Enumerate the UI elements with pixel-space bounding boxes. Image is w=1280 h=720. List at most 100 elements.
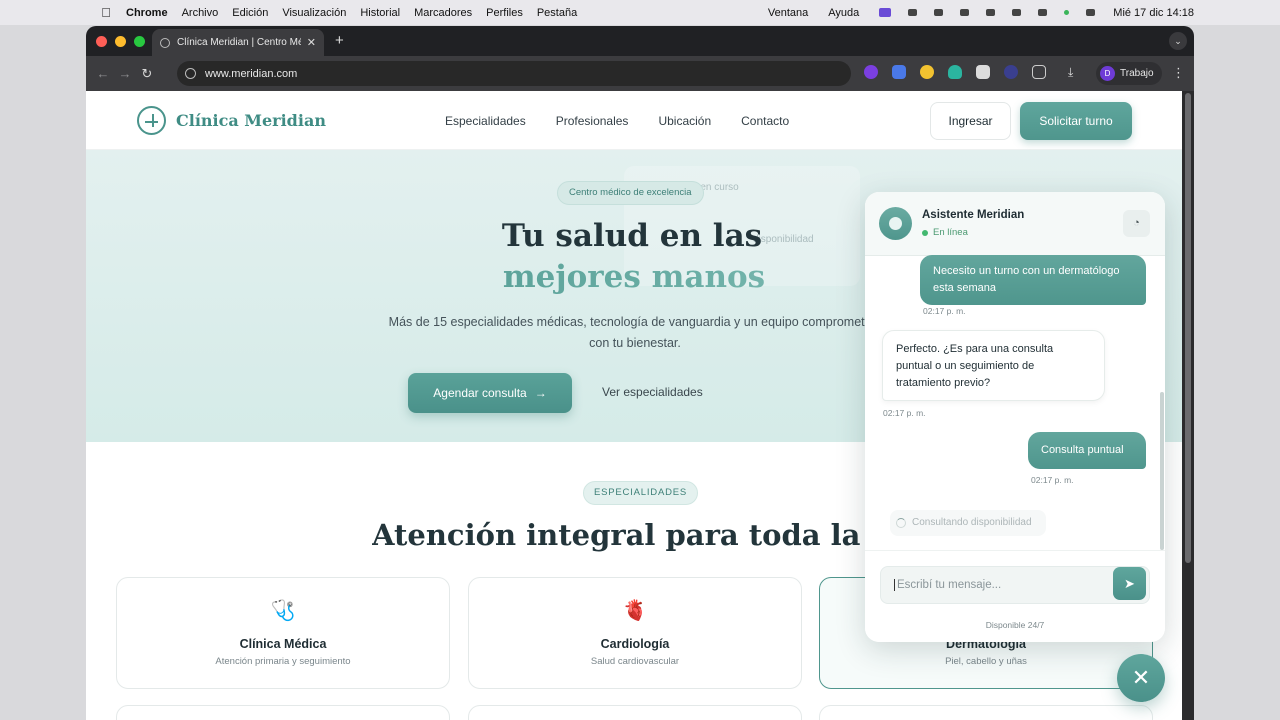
typing-indicator: Consultando disponibilidad xyxy=(890,510,1046,536)
arrow-right-icon: → xyxy=(534,386,547,400)
cloud-icon[interactable] xyxy=(934,9,944,16)
browser-menu-icon[interactable]: ⋮ xyxy=(1172,65,1185,81)
specialties-badge: ESPECIALIDADES xyxy=(583,481,699,505)
translate-extension-icon[interactable] xyxy=(892,65,906,79)
display-icon[interactable] xyxy=(986,9,996,16)
tab-close-icon[interactable]: ✕ xyxy=(307,36,316,49)
window-controls xyxy=(96,35,145,47)
page-viewport: Clínica Meridian Especialidades Profesio… xyxy=(86,91,1182,720)
login-button[interactable]: Ingresar xyxy=(930,102,1011,140)
card-desc: Piel, cabello y uñas xyxy=(945,656,1027,667)
chat-message-input[interactable]: Escribí tu mensaje... xyxy=(880,566,1150,604)
reload-icon[interactable]: ↻ xyxy=(136,66,158,82)
nav-profesionales[interactable]: Profesionales xyxy=(556,114,629,128)
extensions-row xyxy=(864,65,1046,79)
control-center-icon[interactable] xyxy=(1086,9,1096,16)
chat-assistant-name: Asistente Meridian xyxy=(922,209,1025,221)
close-chat-button[interactable]: ✕ xyxy=(1117,654,1165,702)
nav-contacto[interactable]: Contacto xyxy=(741,114,789,128)
extension-teal-icon[interactable] xyxy=(948,65,962,79)
nav-especialidades[interactable]: Especialidades xyxy=(445,114,526,128)
minimize-window-button[interactable] xyxy=(115,35,126,47)
spotlight-icon[interactable] xyxy=(1038,9,1048,16)
tab-clinica-meridian[interactable]: Clínica Meridian | Centro Médico ✕ xyxy=(152,29,324,56)
menu-ayuda[interactable]: Ayuda xyxy=(828,7,859,19)
menu-app-chrome[interactable]: Chrome xyxy=(126,7,168,19)
extension-purple-icon[interactable] xyxy=(864,65,878,79)
menu-clock[interactable]: Mié 17 dic 14:18 xyxy=(1113,7,1194,19)
chat-scrollbar[interactable] xyxy=(1160,392,1164,550)
page-scrollbar-thumb[interactable] xyxy=(1185,93,1191,563)
page-scrollbar[interactable] xyxy=(1182,91,1194,720)
chat-options-icon[interactable]: ◔ xyxy=(1123,210,1150,237)
specialty-card-clinica[interactable]: 🩺 Clínica Médica Atención primaria y seg… xyxy=(116,577,450,689)
menu-visualizacion[interactable]: Visualización xyxy=(282,7,346,19)
menu-historial[interactable]: Historial xyxy=(360,7,400,19)
extension-yellow-icon[interactable] xyxy=(920,65,934,79)
tab-title: Clínica Meridian | Centro Médico xyxy=(177,37,301,48)
card-desc: Salud cardiovascular xyxy=(590,656,680,667)
browser-window: Clínica Meridian | Centro Médico ✕ + ⌄ ←… xyxy=(86,26,1194,720)
new-tab-plus-icon[interactable]: + xyxy=(335,32,344,49)
extension-dark-icon[interactable] xyxy=(1004,65,1018,79)
view-specialties-link[interactable]: Ver especialidades xyxy=(602,385,703,399)
chat-input-placeholder: Escribí tu mensaje... xyxy=(894,579,1001,591)
specialty-card-row2[interactable] xyxy=(468,705,802,720)
site-header: Clínica Meridian Especialidades Profesio… xyxy=(86,91,1182,150)
chat-availability: Disponible 24/7 xyxy=(985,620,1045,630)
chat-message-user: Necesito un turno con un dermatólogo est… xyxy=(920,255,1146,305)
chat-status-text: En línea xyxy=(933,227,968,238)
card-name: Clínica Médica xyxy=(239,637,327,651)
main-nav: Especialidades Profesionales Ubicación C… xyxy=(445,114,789,128)
chat-message-bot: Perfecto. ¿Es para una consulta puntual … xyxy=(882,330,1105,401)
chat-message-time: 02:17 p. m. xyxy=(923,306,966,316)
address-bar[interactable]: www.meridian.com xyxy=(177,61,851,86)
menu-ventana[interactable]: Ventana xyxy=(768,7,808,19)
menu-edicion[interactable]: Edición xyxy=(232,7,268,19)
stethoscope-icon: 🩺 xyxy=(270,600,296,622)
screen-record-icon[interactable] xyxy=(879,8,892,17)
nav-ubicacion[interactable]: Ubicación xyxy=(658,114,711,128)
send-icon[interactable]: ➤ xyxy=(1113,567,1146,600)
site-info-icon[interactable] xyxy=(185,68,196,79)
online-dot-icon xyxy=(922,229,928,236)
back-arrow-icon[interactable]: ← xyxy=(92,66,114,81)
maximize-window-button[interactable] xyxy=(134,35,145,47)
menu-archivo[interactable]: Archivo xyxy=(182,7,219,19)
typing-text: Consultando disponibilidad xyxy=(912,517,1032,528)
close-window-button[interactable] xyxy=(96,35,107,47)
extension-screen-icon[interactable] xyxy=(976,65,990,79)
menu-perfiles[interactable]: Perfiles xyxy=(486,7,523,19)
chat-message-time: 02:17 p. m. xyxy=(883,408,926,418)
specialty-card-row2[interactable] xyxy=(116,705,450,720)
tab-bar: Clínica Meridian | Centro Médico ✕ + ⌄ xyxy=(86,26,1194,56)
specialty-card-cardiologia[interactable]: 🫀 Cardiología Salud cardiovascular xyxy=(468,577,802,689)
card-name: Cardiología xyxy=(600,637,670,651)
os-menu-bar:  Chrome Archivo Edición Visualización H… xyxy=(0,0,1280,25)
book-consultation-button[interactable]: Agendar consulta → xyxy=(408,373,572,413)
status-app-icon[interactable] xyxy=(908,9,918,16)
arrow-icon[interactable] xyxy=(1012,9,1022,16)
book-consultation-label: Agendar consulta xyxy=(433,386,527,400)
download-icon[interactable]: ⤓ xyxy=(1068,65,1073,80)
forward-arrow-icon[interactable]: → xyxy=(114,66,136,81)
globe-icon xyxy=(160,37,170,48)
profile-name: Trabajo xyxy=(1120,68,1154,79)
browser-toolbar: ← → ↻ www.meridian.com ⤓ D Trabajo ⋮ xyxy=(86,56,1194,91)
brand-logo[interactable]: Clínica Meridian xyxy=(137,106,326,135)
specialty-card-row2[interactable] xyxy=(819,705,1153,720)
extensions-puzzle-icon[interactable] xyxy=(1032,65,1046,79)
menu-extra-icon[interactable] xyxy=(960,9,970,16)
status-icons xyxy=(879,8,1096,17)
status-dot-icon xyxy=(1064,10,1070,15)
card-desc: Atención primaria y seguimiento xyxy=(215,656,351,667)
chat-widget: Asistente Meridian En línea ◔ Necesito u… xyxy=(865,192,1165,642)
apple-icon[interactable]:  xyxy=(98,5,114,20)
tab-search-chevron-icon[interactable]: ⌄ xyxy=(1169,32,1187,50)
menu-marcadores[interactable]: Marcadores xyxy=(414,7,472,19)
menu-pestana[interactable]: Pestaña xyxy=(537,7,577,19)
profile-button[interactable]: D Trabajo xyxy=(1096,62,1162,85)
url-text: www.meridian.com xyxy=(205,67,298,80)
request-appointment-button[interactable]: Solicitar turno xyxy=(1020,102,1132,140)
heart-icon: 🫀 xyxy=(622,600,648,622)
